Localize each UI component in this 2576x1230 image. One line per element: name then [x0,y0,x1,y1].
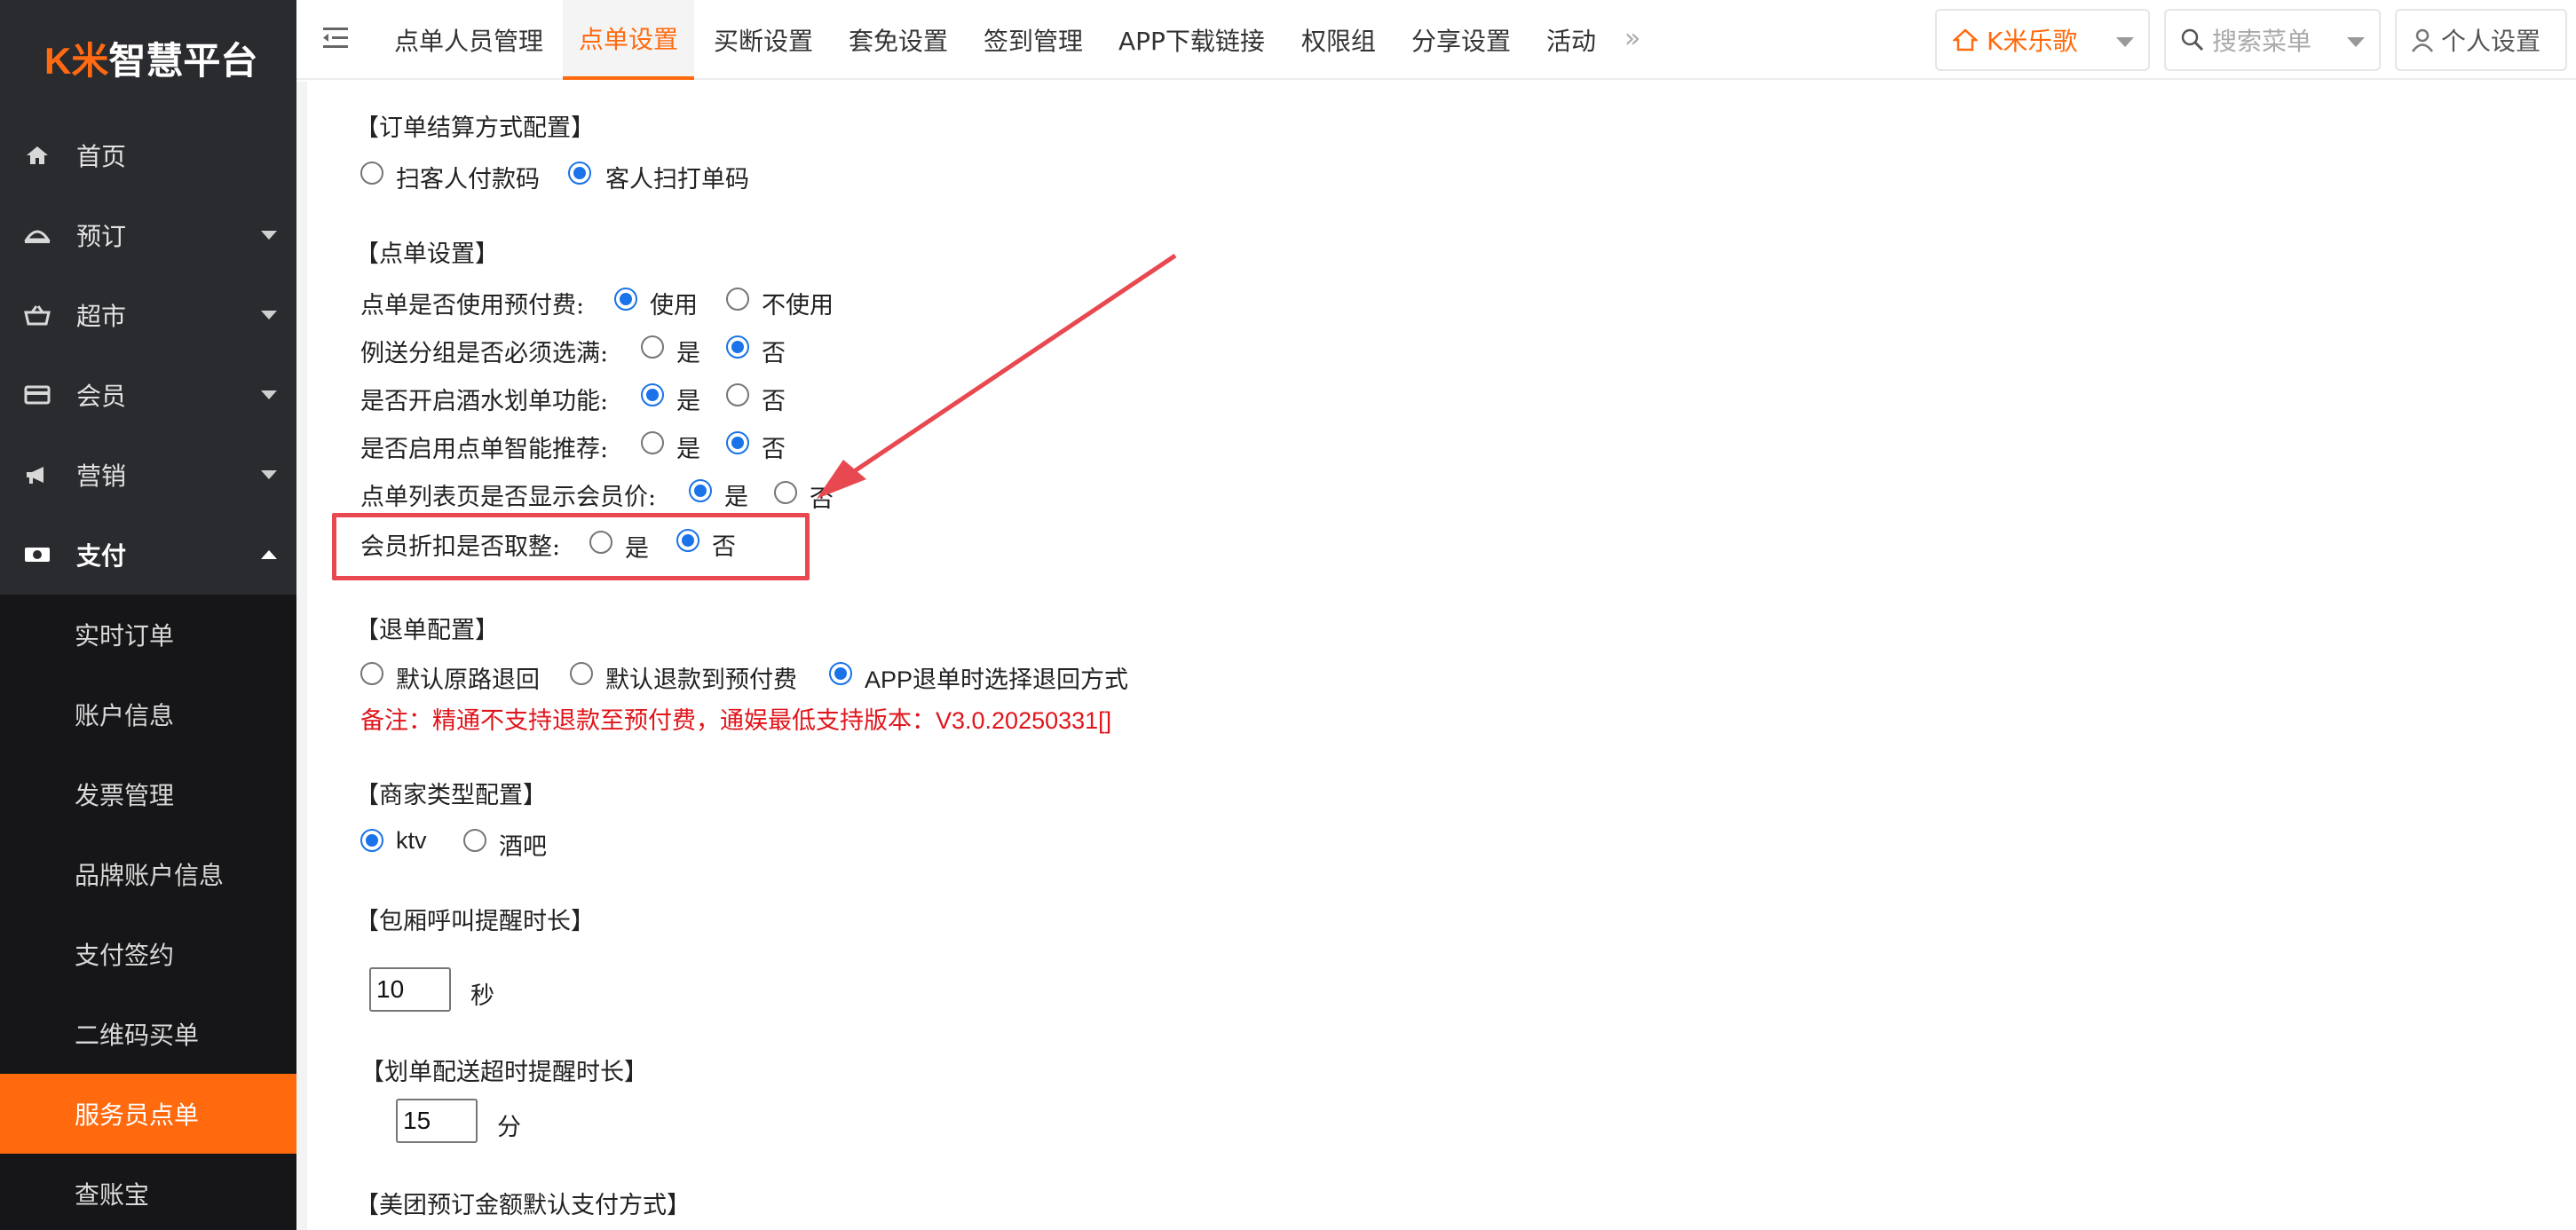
sidebar-item-booking[interactable]: 预订 [0,195,296,275]
chevron-down-icon [261,470,277,479]
submenu-item-qr-pay[interactable]: 二维码买单 [0,994,296,1074]
card-icon [21,382,53,408]
menu-collapse-icon[interactable] [323,27,348,50]
tab-app-download[interactable]: APP下载链接 [1118,0,1265,80]
submenu-item-waiter-order[interactable]: 服务员点单 [0,1074,296,1154]
sidebar-item-label: 支付 [76,541,127,571]
tab-share-settings[interactable]: 分享设置 [1411,0,1511,80]
tabs-more-icon[interactable]: » [1624,23,1640,54]
sidebar-item-label: 营销 [76,461,127,491]
sidebar-item-label: 超市 [76,302,127,331]
user-icon [2411,28,2434,52]
annotation-arrow [817,253,1177,499]
logo-text: 智慧平台 [108,39,258,82]
store-name: K米乐歌 [1987,27,2078,56]
tab-free-settings[interactable]: 套免设置 [849,0,948,80]
sidebar-item-label: 首页 [76,142,127,171]
tab-activity[interactable]: 活动 [1546,0,1596,80]
tab-order-settings[interactable]: 点单设置 [563,0,695,80]
basket-icon [21,302,53,328]
chevron-down-icon [261,231,277,240]
store-selector[interactable]: K米乐歌 [1935,9,2150,71]
sidebar-item-label: 会员 [76,382,127,411]
menu-search[interactable]: 搜索菜单 [2164,9,2381,71]
search-placeholder: 搜索菜单 [2212,27,2312,56]
tab-permission-group[interactable]: 权限组 [1301,0,1376,80]
payment-submenu: 实时订单 账户信息 发票管理 品牌账户信息 支付签约 二维码买单 服务员点单 查… [0,595,296,1230]
megaphone-icon [21,461,53,488]
sidebar-item-market[interactable]: 超市 [0,275,296,355]
logo-mark: K米 [44,39,109,82]
search-icon [2180,28,2205,52]
chevron-down-icon [261,311,277,319]
tab-buyout-settings[interactable]: 买断设置 [714,0,813,80]
home-icon [1953,28,1978,51]
submenu-item-account-info[interactable]: 账户信息 [0,674,296,754]
dropdown-arrow-icon [2347,37,2365,47]
submenu-item-realtime-orders[interactable]: 实时订单 [0,595,296,674]
brand-logo[interactable]: K米 智慧平台 [0,0,296,115]
sidebar-item-label: 预订 [76,222,127,251]
sidebar-item-marketing[interactable]: 营销 [0,435,296,515]
sidebar-item-payment[interactable]: 支付 [0,515,296,595]
chevron-up-icon [261,550,277,559]
submenu-item-brand-account[interactable]: 品牌账户信息 [0,834,296,914]
money-icon [21,541,53,568]
tab-checkin[interactable]: 签到管理 [984,0,1083,80]
submenu-item-invoice[interactable]: 发票管理 [0,754,296,834]
submenu-item-payment-contract[interactable]: 支付签约 [0,914,296,994]
profile-settings-button[interactable]: 个人设置 [2395,9,2567,71]
profile-label: 个人设置 [2441,27,2541,56]
home-icon [21,142,53,169]
top-navbar: 点单人员管理 点单设置 买断设置 套免设置 签到管理 APP下载链接 权限组 分… [296,0,2576,80]
settings-panel: 【订单结算方式配置】 扫客人付款码 客人扫打单码 【点单设置】 点单是否使用预付… [296,82,2576,1230]
tab-order-staff[interactable]: 点单人员管理 [394,0,543,80]
chevron-down-icon [261,390,277,399]
submenu-item-audit[interactable]: 查账宝 [0,1154,296,1230]
bell-icon [21,222,53,248]
sidebar-item-home[interactable]: 首页 [0,115,296,195]
sidebar: K米 智慧平台 首页 预订 超市 会员 营销 支付 实时订单 账户信息 发票管理… [0,0,296,1230]
sidebar-item-member[interactable]: 会员 [0,355,296,435]
dropdown-arrow-icon [2116,37,2134,47]
